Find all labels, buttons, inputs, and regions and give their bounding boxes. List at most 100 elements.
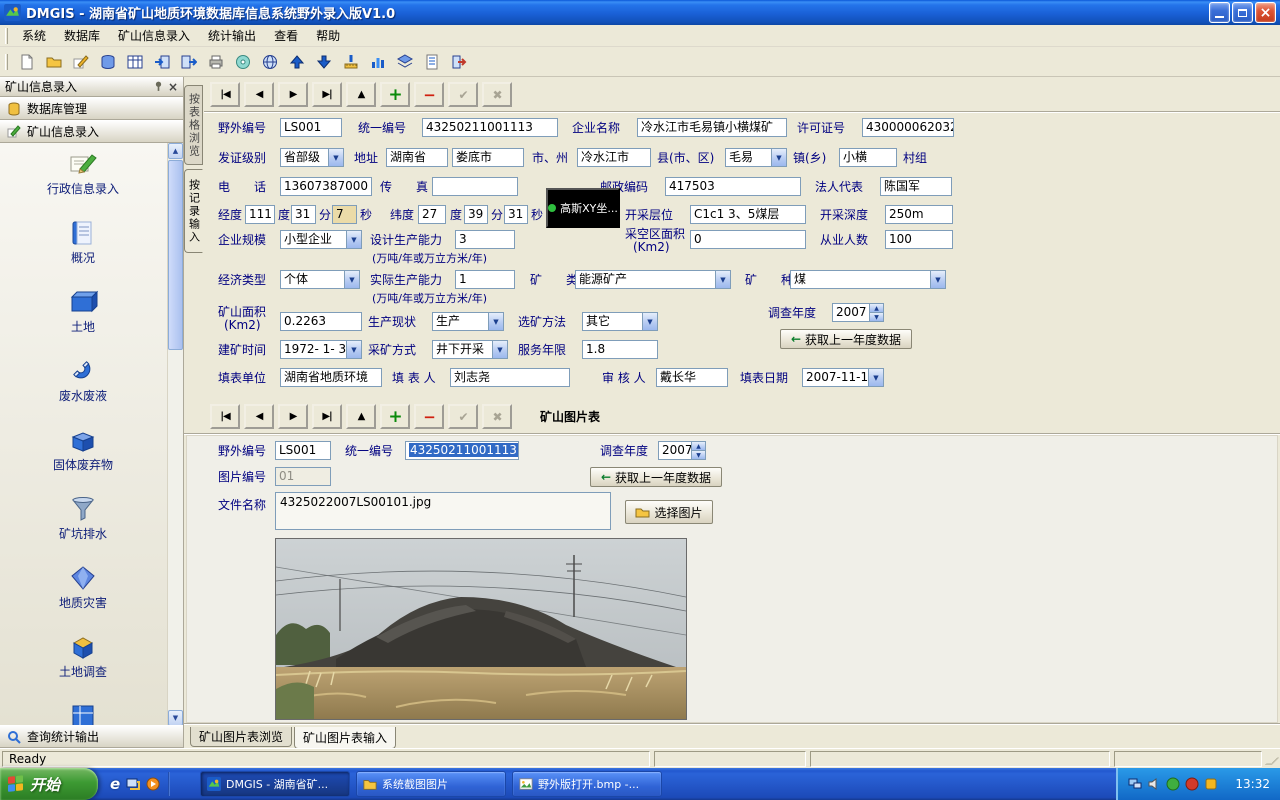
gauss-xy-button[interactable]: 高斯XY坐... — [546, 188, 620, 228]
chevron-down-icon[interactable]: ▼ — [868, 369, 883, 386]
chevron-down-icon[interactable]: ▼ — [344, 271, 359, 288]
ie-icon[interactable]: e — [110, 775, 120, 793]
pic-post-record-button[interactable]: ✔ — [448, 404, 478, 429]
pin-icon[interactable] — [153, 81, 164, 92]
pic-last-record-button[interactable]: ▶| — [312, 404, 342, 429]
fill-unit-input[interactable]: 湖南省地质环境 — [280, 368, 382, 387]
taskbar-task-folder[interactable]: 系统截图图片 — [356, 771, 506, 797]
sidebar-item-overview[interactable]: 概况 — [0, 212, 166, 281]
edit-button[interactable] — [68, 49, 93, 74]
red-status-icon[interactable] — [1185, 777, 1199, 791]
province-input[interactable]: 湖南省 — [386, 148, 448, 167]
tab-grid-browse[interactable]: 按表格浏览 — [184, 85, 203, 165]
lat-deg-input[interactable]: 27 — [418, 205, 446, 224]
close-button[interactable]: × — [1255, 2, 1276, 23]
pic-survey-year-spinner[interactable]: 2007▲▼ — [658, 441, 706, 460]
yellow-status-icon[interactable] — [1204, 777, 1218, 791]
sidebar-group-mine-entry[interactable]: 矿山信息录入 — [0, 120, 183, 143]
new-document-button[interactable] — [14, 49, 39, 74]
chevron-down-icon[interactable]: ▼ — [488, 313, 503, 330]
legal-rep-input[interactable]: 陈国军 — [880, 177, 952, 196]
city-region-input[interactable]: 冷水江市 — [577, 148, 651, 167]
service-life-input[interactable]: 1.8 — [582, 340, 658, 359]
next-record-button[interactable]: ▶ — [278, 82, 308, 107]
sidebar-item-geo-hazard[interactable]: 地质灾害 — [0, 557, 166, 626]
sidebar-group-query-output[interactable]: 查询统计输出 — [0, 725, 183, 748]
minimize-button[interactable] — [1209, 2, 1230, 23]
company-input[interactable]: 冷水江市毛易镇小横煤矿 — [637, 118, 787, 137]
dressing-method-combo[interactable]: 其它▼ — [582, 312, 658, 331]
sidebar-item-partial[interactable] — [0, 695, 166, 726]
media-player-icon[interactable] — [146, 777, 160, 791]
pic-prev-record-button[interactable]: ◀ — [244, 404, 274, 429]
refresh-record-button[interactable]: ▲ — [346, 82, 376, 107]
scrollbar-thumb[interactable] — [168, 160, 183, 350]
menu-grip[interactable] — [5, 28, 8, 44]
pic-field-no-input[interactable]: LS001 — [275, 441, 331, 460]
toolbar-grip[interactable] — [5, 54, 8, 70]
show-desktop-icon[interactable] — [126, 777, 140, 791]
enterprise-scale-combo[interactable]: 小型企业▼ — [280, 230, 362, 249]
spin-up-icon[interactable]: ▲ — [870, 304, 883, 313]
county-combo[interactable]: 毛易▼ — [725, 148, 787, 167]
lon-deg-input[interactable]: 111 — [245, 205, 275, 224]
design-capacity-input[interactable]: 3 — [455, 230, 515, 249]
field-no-input[interactable]: LS001 — [280, 118, 342, 137]
table-button[interactable] — [122, 49, 147, 74]
cert-level-combo[interactable]: 省部级▼ — [280, 148, 344, 167]
green-status-icon[interactable] — [1166, 777, 1180, 791]
fill-person-input[interactable]: 刘志尧 — [450, 368, 570, 387]
ruler-button[interactable] — [338, 49, 363, 74]
panel-close-icon[interactable]: × — [168, 80, 178, 94]
fax-input[interactable] — [432, 177, 518, 196]
chart-button[interactable] — [365, 49, 390, 74]
chevron-down-icon[interactable]: ▼ — [642, 313, 657, 330]
chevron-down-icon[interactable]: ▼ — [328, 149, 343, 166]
menu-database[interactable]: 数据库 — [55, 24, 109, 47]
spin-down-icon[interactable]: ▼ — [692, 451, 705, 459]
build-time-combo[interactable]: 1972- 1- 3▼ — [280, 340, 362, 359]
chevron-down-icon[interactable]: ▼ — [771, 149, 786, 166]
resize-grip[interactable] — [1265, 757, 1279, 764]
menu-system[interactable]: 系统 — [13, 24, 55, 47]
chevron-down-icon[interactable]: ▼ — [346, 231, 361, 248]
chevron-down-icon[interactable]: ▼ — [930, 271, 945, 288]
move-down-button[interactable] — [311, 49, 336, 74]
move-up-button[interactable] — [284, 49, 309, 74]
sidebar-item-solid-waste[interactable]: 固体废弃物 — [0, 419, 166, 488]
export-button[interactable] — [176, 49, 201, 74]
network-icon[interactable] — [1128, 777, 1142, 791]
open-button[interactable] — [41, 49, 66, 74]
mining-layer-input[interactable]: C1c1 3、5煤层 — [690, 205, 806, 224]
file-name-input[interactable]: 4325022007LS00101.jpg — [275, 492, 611, 530]
tab-picture-browse[interactable]: 矿山图片表浏览 — [190, 727, 292, 747]
goaf-area-input[interactable]: 0 — [690, 230, 806, 249]
chevron-down-icon[interactable]: ▼ — [492, 341, 507, 358]
pic-no-input[interactable]: 01 — [275, 467, 331, 486]
layers-button[interactable] — [392, 49, 417, 74]
delete-record-button[interactable]: − — [414, 82, 444, 107]
scroll-down-icon[interactable]: ▼ — [168, 710, 183, 726]
cancel-record-button[interactable]: ✖ — [482, 82, 512, 107]
tab-record-input[interactable]: 按记录输入 — [184, 169, 203, 253]
spin-down-icon[interactable]: ▼ — [870, 313, 883, 321]
sidebar-item-land[interactable]: 土地 — [0, 281, 166, 350]
first-record-button[interactable]: |◀ — [210, 82, 240, 107]
pic-delete-record-button[interactable]: − — [414, 404, 444, 429]
sidebar-scrollbar[interactable]: ▲ ▼ — [167, 143, 183, 726]
fill-date-combo[interactable]: 2007-11-13▼ — [802, 368, 884, 387]
lat-sec-input[interactable]: 31 — [504, 205, 528, 224]
pic-first-record-button[interactable]: |◀ — [210, 404, 240, 429]
scroll-up-icon[interactable]: ▲ — [168, 143, 183, 159]
prev-record-button[interactable]: ◀ — [244, 82, 274, 107]
chevron-down-icon[interactable]: ▼ — [346, 341, 361, 358]
chevron-down-icon[interactable]: ▼ — [715, 271, 730, 288]
mine-class-combo[interactable]: 能源矿产▼ — [575, 270, 731, 289]
unified-no-input[interactable]: 43250211001113 — [422, 118, 558, 137]
pic-get-prev-year-button[interactable]: ←获取上一年度数据 — [590, 467, 722, 487]
pic-unified-no-input[interactable]: 43250211001113 — [405, 441, 519, 460]
actual-capacity-input[interactable]: 1 — [455, 270, 515, 289]
production-status-combo[interactable]: 生产▼ — [432, 312, 504, 331]
exit-button[interactable] — [446, 49, 471, 74]
pic-refresh-record-button[interactable]: ▲ — [346, 404, 376, 429]
